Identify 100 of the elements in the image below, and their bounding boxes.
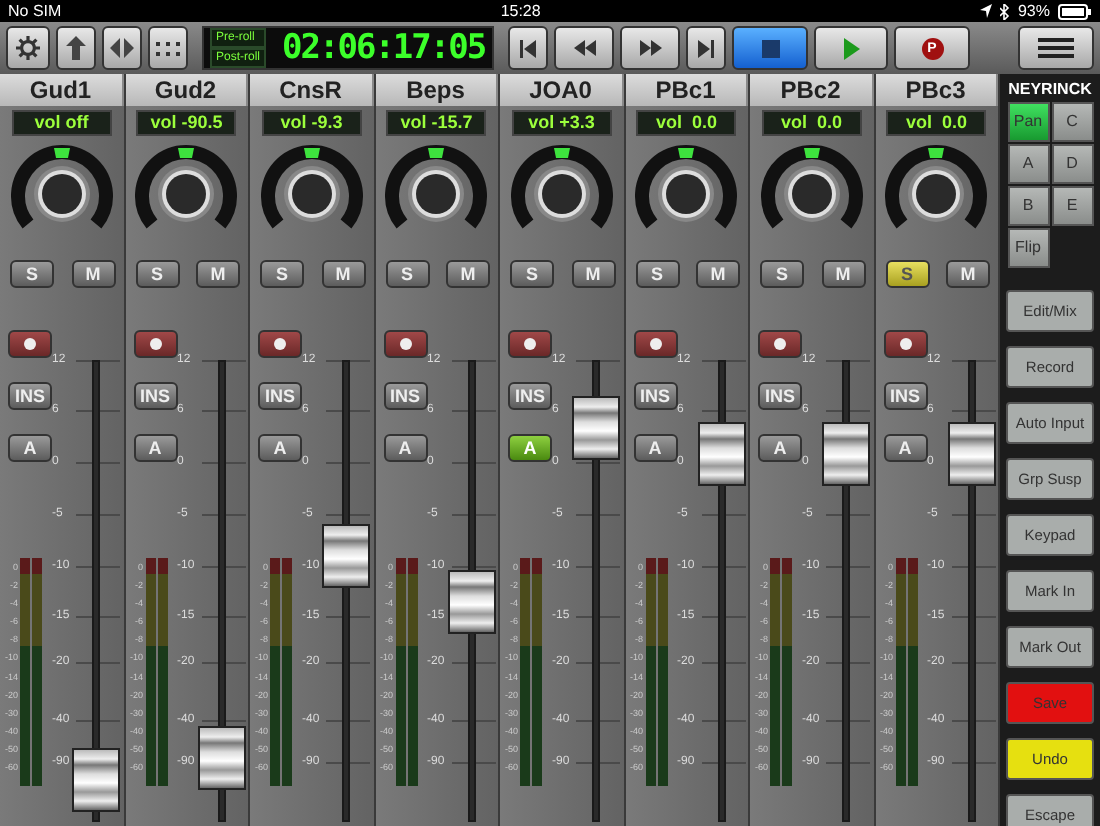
play-transport-button[interactable] <box>814 26 888 70</box>
channel-name[interactable]: PBc3 <box>875 74 998 106</box>
inserts-button[interactable]: INS <box>508 382 552 410</box>
solo-button[interactable]: S <box>635 260 679 288</box>
channel-name[interactable]: PBc1 <box>625 74 748 106</box>
channel-name[interactable]: CnsR <box>250 74 373 106</box>
mute-button[interactable]: M <box>946 260 990 288</box>
mode-button[interactable]: B <box>1007 186 1049 226</box>
record-dot-icon <box>524 338 536 350</box>
mute-button[interactable]: M <box>696 260 740 288</box>
left-right-arrows-icon <box>110 38 134 58</box>
solo-button[interactable]: S <box>135 260 179 288</box>
forward-transport-button[interactable] <box>620 26 680 70</box>
record-arm-button[interactable] <box>758 330 802 358</box>
fader-handle[interactable] <box>572 395 620 460</box>
mode-button[interactable]: Pan <box>1007 102 1049 142</box>
channel-name[interactable]: Gud1 <box>0 74 123 106</box>
solo-button[interactable]: S <box>885 260 929 288</box>
record-arm-button[interactable] <box>258 330 302 358</box>
battery-icon <box>1058 3 1092 19</box>
record-dot-icon <box>274 338 286 350</box>
fader-handle[interactable] <box>72 747 120 812</box>
mute-button[interactable]: M <box>71 260 115 288</box>
automation-button[interactable]: A <box>508 434 552 462</box>
volume-display: vol -15.7 <box>386 110 487 136</box>
mode-button[interactable]: D <box>1051 144 1093 184</box>
timecode-display: 02:06:17:05 <box>282 28 486 68</box>
play-icon <box>843 37 859 59</box>
fader-handle[interactable] <box>447 569 495 634</box>
record-arm-button[interactable] <box>508 330 552 358</box>
settings-icon <box>16 36 40 60</box>
inserts-button[interactable]: INS <box>8 382 52 410</box>
automation-button[interactable]: A <box>8 434 52 462</box>
up-arrow-icon <box>66 36 86 60</box>
automation-button[interactable]: A <box>383 434 427 462</box>
volume-display: vol off <box>11 110 112 136</box>
fader-handle[interactable] <box>947 421 995 486</box>
fader-handle[interactable] <box>822 421 870 486</box>
volume-display: vol -9.3 <box>261 110 362 136</box>
record-arm-button[interactable] <box>8 330 52 358</box>
solo-button[interactable]: S <box>10 260 54 288</box>
fader-handle[interactable] <box>322 523 370 588</box>
skip-back-icon <box>520 39 536 57</box>
automation-button[interactable]: A <box>258 434 302 462</box>
volume-display: vol -90.5 <box>136 110 237 136</box>
record-arm-button[interactable] <box>883 330 927 358</box>
mode-button[interactable]: C <box>1051 102 1093 142</box>
mode-button[interactable]: Flip <box>1007 228 1049 268</box>
volume-display: vol +3.3 <box>511 110 612 136</box>
bluetooth-icon <box>999 3 1010 19</box>
settings-button[interactable] <box>6 26 50 70</box>
clock-time: 15:28 <box>500 0 541 22</box>
carrier-text: No SIM <box>8 0 62 22</box>
mute-button[interactable]: M <box>446 260 490 288</box>
inserts-button[interactable]: INS <box>883 382 927 410</box>
channel-name[interactable]: Beps <box>375 74 498 106</box>
automation-button[interactable]: A <box>633 434 677 462</box>
stop-icon <box>761 39 779 57</box>
mute-button[interactable]: M <box>821 260 865 288</box>
inserts-button[interactable]: INS <box>133 382 177 410</box>
automation-button[interactable]: A <box>133 434 177 462</box>
channel-name[interactable]: Gud2 <box>125 74 248 106</box>
grid-button[interactable] <box>148 26 188 70</box>
mode-button[interactable]: A <box>1007 144 1049 184</box>
inserts-button[interactable]: INS <box>258 382 302 410</box>
record-dot-icon <box>899 338 911 350</box>
inserts-button[interactable]: INS <box>383 382 427 410</box>
record-arm-button[interactable] <box>383 330 427 358</box>
automation-button[interactable]: A <box>883 434 927 462</box>
automation-button[interactable]: A <box>758 434 802 462</box>
fast-forward-icon <box>639 40 661 56</box>
solo-button[interactable]: S <box>385 260 429 288</box>
record-arm-button[interactable] <box>133 330 177 358</box>
record-arm-button[interactable] <box>633 330 677 358</box>
menu-button[interactable] <box>1018 26 1094 70</box>
grid-dots-icon <box>156 41 180 55</box>
record-dot-icon <box>149 338 161 350</box>
inserts-button[interactable]: INS <box>758 382 802 410</box>
channel-name[interactable]: PBc2 <box>750 74 873 106</box>
fader-handle[interactable] <box>197 726 245 791</box>
mute-button[interactable]: M <box>571 260 615 288</box>
mute-button[interactable]: M <box>321 260 365 288</box>
solo-button[interactable]: S <box>760 260 804 288</box>
mode-button[interactable]: E <box>1051 186 1093 226</box>
inserts-button[interactable]: INS <box>633 382 677 410</box>
channel-name[interactable]: JOA0 <box>500 74 623 106</box>
record-dot-icon <box>399 338 411 350</box>
mute-button[interactable]: M <box>196 260 240 288</box>
location-icon <box>979 4 992 18</box>
fader-handle[interactable] <box>697 421 745 486</box>
up-button[interactable] <box>56 26 96 70</box>
solo-button[interactable]: S <box>510 260 554 288</box>
leftright-button[interactable] <box>102 26 142 70</box>
rewind-transport-button[interactable] <box>554 26 614 70</box>
brand-label: NEYRINCK <box>1008 78 1092 102</box>
menu-icon <box>1038 38 1074 58</box>
stop-transport-button[interactable] <box>732 26 808 70</box>
start-transport-button[interactable] <box>508 26 548 70</box>
end-transport-button[interactable] <box>686 26 726 70</box>
solo-button[interactable]: S <box>260 260 304 288</box>
